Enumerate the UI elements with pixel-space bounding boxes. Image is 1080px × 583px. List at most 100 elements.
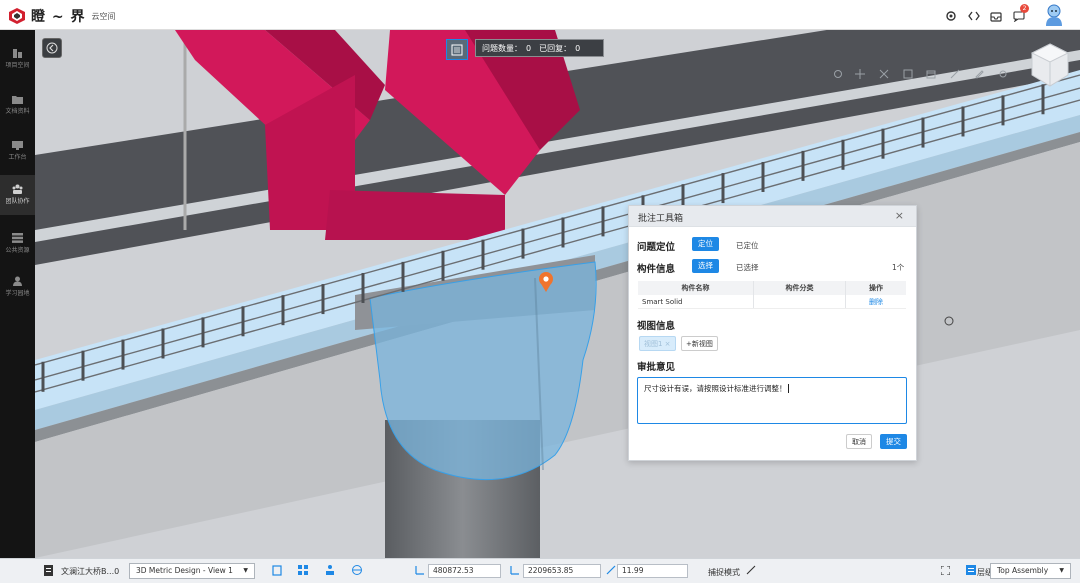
submit-button[interactable]: 提交 [880,434,907,449]
railing-post [401,261,405,292]
app-logo[interactable]: 瞪 ~ 界 云空间 [9,6,115,26]
resources-icon [12,233,23,243]
railing-post [41,361,45,392]
inbox-icon[interactable] [989,9,1003,23]
fullscreen-icon[interactable] [940,565,951,578]
section-box-icon[interactable] [924,67,938,81]
railing-post [721,173,725,204]
sidebar-item-label: 文档资料 [5,108,30,115]
table-row[interactable]: Smart Solid 删除 [638,295,906,309]
monitor-icon [12,141,23,150]
replied-count-value: 0 [575,43,581,53]
zoom-extent-icon[interactable] [877,67,891,81]
railing-post [481,239,485,270]
add-view-button[interactable]: +新视图 [681,336,718,351]
grid-icon[interactable] [298,565,308,578]
logo-text: 瞪 ~ 界 [31,9,86,25]
selected-count: 1个 [892,263,905,272]
railing-post [441,250,445,281]
issue-count-value: 0 [526,43,532,53]
team-icon [12,184,23,194]
issue-count-label: 问题数量： [482,43,522,53]
markup-icon[interactable] [972,67,986,81]
railing-post [361,272,365,303]
folder-icon [12,96,23,104]
railing-post [961,106,965,137]
top-bar: 瞪 ~ 界 云空间 2 [0,0,1080,30]
level-icon [966,565,976,578]
tree-icon[interactable] [325,565,335,578]
sidebar-item-public-resources[interactable]: 公共资源 [0,227,35,263]
selected-status: 已选择 [736,263,759,272]
settings-icon[interactable] [944,9,958,23]
panel-header: 批注工具箱 × [629,206,916,227]
z-coordinate-value: 11.99 [622,566,644,575]
view-cube[interactable] [1030,42,1070,90]
railing-post [881,128,885,159]
railing-post [601,206,605,237]
sidebar-item-label: 团队协作 [5,198,30,205]
rotate-view-icon[interactable] [831,67,845,81]
review-comment-text: 尺寸设计有误，请按照设计标准进行调整！ [644,384,787,393]
layers-icon[interactable] [272,565,282,579]
sidebar-item-label: 工作台 [8,154,27,161]
user-avatar[interactable] [1043,3,1065,27]
select-component-button[interactable]: 选择 [692,259,719,273]
z-coordinate-field: 11.99 [617,564,688,578]
z-axis-icon [606,565,616,578]
railing-post [321,284,325,315]
y-axis-icon [510,565,520,578]
railing-post [1001,95,1005,126]
learn-icon [13,276,22,286]
cancel-button[interactable]: 取消 [846,434,872,449]
review-comment-textarea[interactable]: 尺寸设计有误，请按照设计标准进行调整！ [637,377,907,424]
delete-component-link[interactable]: 删除 [846,295,906,308]
logo-subtitle: 云空间 [91,11,116,21]
location-section-label: 问题定位 [637,242,676,253]
railing-post [841,139,845,170]
review-section-label: 审批意见 [637,362,676,373]
sidebar-item-documents[interactable]: 文档资料 [0,88,35,124]
railing-post [761,161,765,192]
component-category-cell [754,295,846,308]
snap-mode-label[interactable]: 捕捉模式 [708,567,740,578]
railing-post [241,306,245,337]
globe-icon[interactable] [352,565,362,578]
railing-post [161,328,165,359]
building-icon [13,49,22,58]
railing-post [921,117,925,148]
window-area-icon[interactable] [901,67,915,81]
sidebar-item-project-space[interactable]: 项目空间 [0,42,35,78]
view-select[interactable]: 3D Metric Design - View 1 ▼ [129,563,255,579]
railing-post [201,317,205,348]
level-select[interactable]: Top Assembly ▼ [990,563,1071,579]
panel-title: 批注工具箱 [638,214,684,224]
code-icon[interactable] [967,9,981,23]
close-icon[interactable]: × [895,209,904,222]
chevron-left-icon [46,42,58,54]
view-chip[interactable]: 视图1 × [639,336,676,351]
component-table: 构件名称 构件分类 操作 Smart Solid 删除 [638,281,906,311]
bridge-3d-scene[interactable] [35,30,1080,558]
table-header-cell: 操作 [869,284,883,292]
collapse-panel-button[interactable] [42,38,62,58]
chevron-down-icon: ▼ [243,567,248,574]
snap-mode-icon[interactable] [746,565,756,578]
sidebar-item-workbench[interactable]: 工作台 [0,134,35,170]
measure-icon[interactable] [948,67,962,81]
y-coordinate-field: 2209653.85 [523,564,601,578]
issue-list-button[interactable] [446,39,468,60]
view-section-label: 视图信息 [637,321,676,332]
properties-icon[interactable] [996,67,1010,81]
sidebar-item-team-collab[interactable]: 团队协作 [0,175,35,215]
notification-badge: 2 [1020,4,1029,13]
table-header: 构件名称 构件分类 操作 [638,281,906,295]
railing-post [281,295,285,326]
model-viewport[interactable]: 问题数量： 0 已回复： 0 [35,30,1080,558]
locate-button[interactable]: 定位 [692,237,719,251]
sidebar-item-learning[interactable]: 学习园地 [0,270,35,306]
component-name-cell: Smart Solid [638,295,754,308]
chevron-down-icon: ▼ [1059,567,1064,574]
railing-post [801,150,805,181]
pan-view-icon[interactable] [853,67,867,81]
